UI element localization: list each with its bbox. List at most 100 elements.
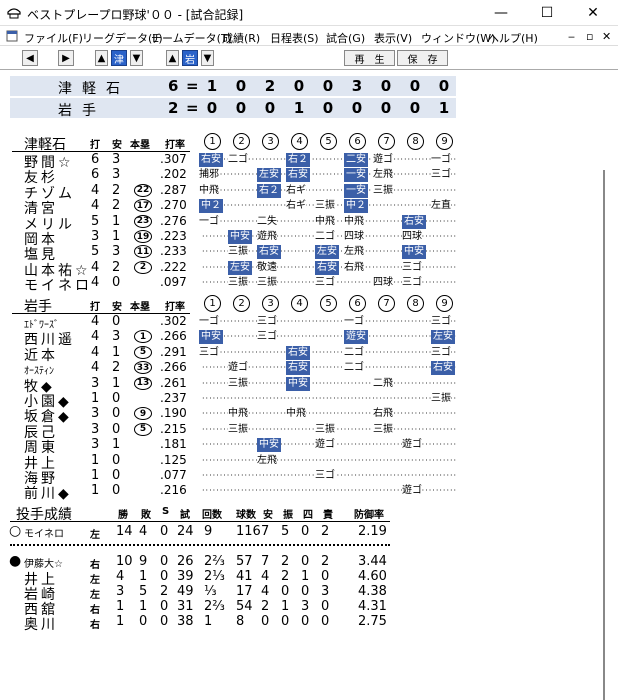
player-home-runs: 9 — [134, 407, 152, 421]
at-bat-result: 遊飛 — [257, 230, 277, 244]
team2-up-button[interactable]: ▲ — [166, 50, 179, 66]
linescore-inning-score: 0 — [293, 77, 305, 95]
player-home-runs: 11 — [134, 245, 152, 259]
pitcher-pitches: 8 — [236, 614, 245, 629]
player-at-bats: 1 — [91, 452, 100, 468]
player-at-bats: 4 — [91, 360, 100, 376]
player-home-runs: 2 — [134, 260, 152, 274]
player-average: .097 — [160, 275, 187, 290]
player-hits: 2 — [112, 182, 121, 198]
pitcher-pitches: 17 — [236, 584, 253, 599]
player-at-bats: 3 — [91, 229, 100, 244]
at-bat-result: 一安 — [344, 183, 368, 198]
pitcher-games: 38 — [177, 614, 194, 629]
pitcher-walks: 3 — [301, 599, 310, 614]
player-at-bats: 6 — [91, 167, 100, 183]
linescore-runs: 6 — [168, 77, 179, 95]
player-hits: 0 — [112, 391, 121, 406]
pitcher-walks: 0 — [301, 584, 310, 599]
pitcher-hits: 7 — [261, 524, 270, 539]
pitcher-strikeouts: 0 — [281, 614, 290, 629]
team1-up-button[interactable]: ▲ — [95, 50, 108, 66]
pitcher-games: 49 — [177, 584, 194, 599]
player-at-bats: 5 — [91, 244, 100, 260]
at-bat-result: 二ゴ — [228, 153, 248, 167]
team1-select-button[interactable]: 津 — [111, 50, 127, 66]
pitcher-hand: 右 — [90, 560, 100, 571]
inning-number-circle: 7 — [378, 295, 395, 312]
player-hits: 0 — [112, 452, 121, 468]
next-game-button[interactable]: ▶ — [58, 50, 74, 66]
player-at-bats: 3 — [91, 375, 100, 391]
pitcher-saves: 0 — [160, 524, 169, 539]
menu-window[interactable]: ウィンドウ(W) — [421, 30, 495, 46]
pitching-col-header: S — [162, 506, 170, 517]
linescore-inning-score: 0 — [351, 99, 363, 117]
player-average: .302 — [160, 314, 187, 328]
minimize-button[interactable]: — — [478, 0, 524, 26]
player-average: .222 — [160, 259, 187, 274]
player-average: .276 — [160, 213, 187, 228]
at-bat-result: 四球 — [402, 230, 422, 244]
menu-game[interactable]: 試合(G) — [326, 30, 365, 46]
at-bat-result: 二飛 — [373, 376, 393, 391]
menu-records[interactable]: 成績(R) — [222, 30, 260, 46]
at-bat-result: 中２ — [344, 199, 368, 214]
linescore-inning-score: 0 — [409, 77, 421, 95]
dotted-leader: ········································… — [202, 332, 456, 342]
player-hits: 3 — [112, 244, 121, 260]
player-average: .287 — [160, 182, 187, 197]
mdi-close-button[interactable]: ✕ — [602, 30, 611, 43]
at-bat-result: 三振 — [228, 276, 248, 291]
menu-schedule[interactable]: 日程表(S) — [270, 30, 319, 46]
at-bat-result: 二ゴ — [315, 230, 335, 244]
pitcher-era: 3.44 — [358, 554, 387, 569]
pitcher-hand: 左 — [90, 530, 100, 541]
pitcher-strikeouts: 2 — [281, 554, 290, 569]
at-bat-result: 二ゴ — [344, 361, 364, 376]
team1-down-button[interactable]: ▼ — [130, 50, 143, 66]
player-average: .291 — [160, 344, 187, 359]
pitcher-wins: 3 — [116, 584, 125, 599]
inning-number-circle: 8 — [407, 133, 424, 150]
pitcher-hits: 7 — [261, 554, 270, 569]
player-average: .266 — [160, 329, 187, 344]
pitcher-earned-runs: 0 — [321, 569, 330, 584]
at-bat-result: 中飛 — [315, 214, 335, 229]
menu-help[interactable]: ヘルプ(H) — [488, 30, 538, 46]
at-bat-result: 二失 — [257, 214, 277, 229]
pitcher-result-mark: ● — [9, 553, 22, 569]
menu-file[interactable]: ファイル(F) — [24, 30, 83, 46]
mdi-minimize-button[interactable]: ‒ — [568, 30, 575, 43]
at-bat-result: 三振 — [315, 199, 335, 214]
pitcher-strikeouts: 5 — [281, 524, 290, 539]
player-at-bats: 4 — [91, 259, 100, 275]
player-hits: 3 — [112, 152, 121, 167]
player-home-runs: 5 — [134, 345, 152, 359]
menu-view[interactable]: 表示(V) — [374, 30, 412, 46]
dotted-leader: ········································… — [202, 170, 456, 180]
play-button[interactable]: 再 生 — [344, 50, 395, 66]
at-bat-result: 中安 — [286, 376, 310, 391]
close-button[interactable]: ✕ — [570, 0, 616, 26]
pitcher-hits: 2 — [261, 599, 270, 614]
at-bat-result: 三ゴ — [402, 276, 422, 291]
team2-select-button[interactable]: 岩 — [182, 50, 198, 66]
at-bat-result: 中安 — [257, 438, 281, 453]
pitching-header-underline — [10, 521, 390, 522]
save-button[interactable]: 保 存 — [397, 50, 448, 66]
at-bat-result: 三ゴ — [402, 260, 422, 275]
dotted-leader: ········································… — [202, 455, 456, 465]
at-bat-result: 四球 — [373, 276, 393, 291]
team2-down-button[interactable]: ▼ — [201, 50, 214, 66]
prev-game-button[interactable]: ◀ — [22, 50, 38, 66]
at-bat-result: 一ゴ — [199, 214, 219, 229]
linescore-inning-score: 3 — [351, 77, 363, 95]
maximize-button[interactable]: ☐ — [524, 0, 570, 26]
mdi-restore-button[interactable]: ▫ — [586, 30, 593, 43]
player-at-bats: 3 — [91, 421, 100, 437]
linescore-team-name: 津軽石 — [58, 81, 130, 97]
inning-number-circle: 6 — [349, 133, 366, 150]
scrollbar[interactable] — [603, 170, 605, 700]
menu-team-data[interactable]: チームデータ(T) — [151, 30, 232, 46]
